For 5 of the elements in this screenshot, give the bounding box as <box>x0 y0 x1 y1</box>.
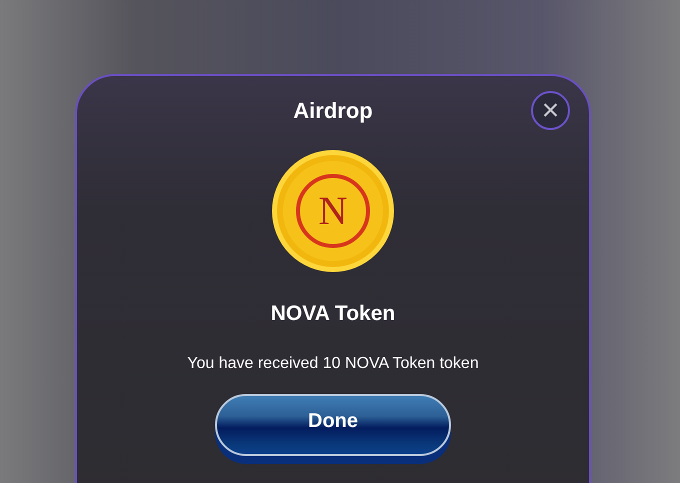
received-message: You have received 10 NOVA Token token <box>187 354 479 374</box>
coin-logo-drawing: N <box>272 150 394 272</box>
close-button[interactable]: × <box>531 91 570 130</box>
token-name: NOVA Token <box>270 301 396 327</box>
dialog-title: Airdrop <box>293 97 373 125</box>
